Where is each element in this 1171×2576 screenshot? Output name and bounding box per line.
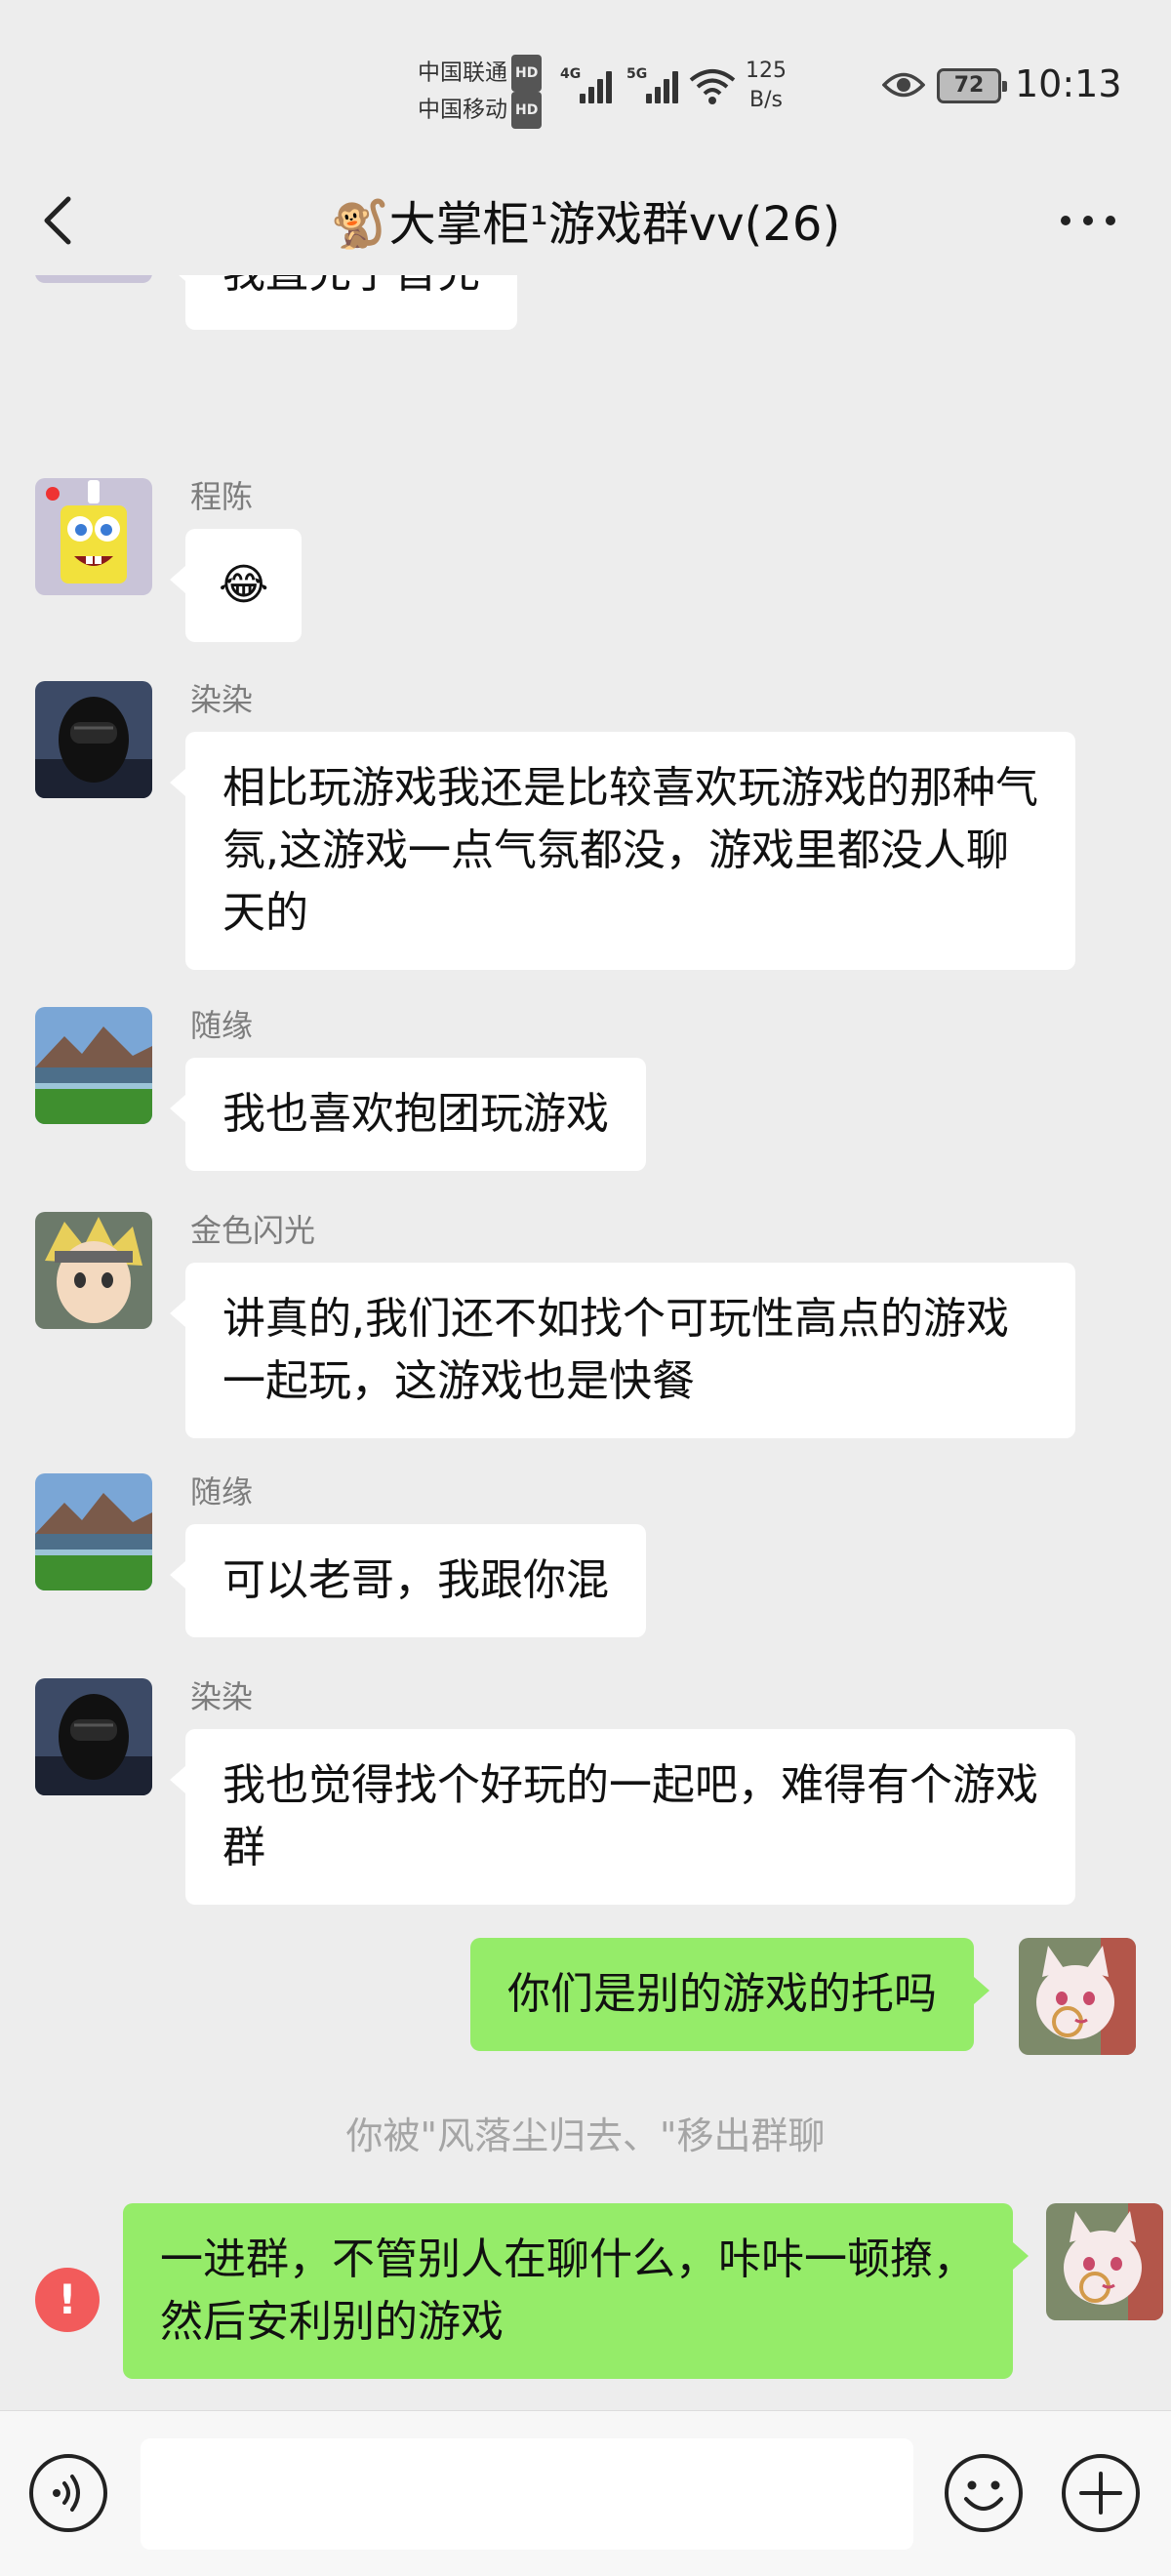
carrier-2: 中国移动: [418, 97, 507, 123]
network-type-label: 5G: [626, 66, 648, 82]
plus-icon[interactable]: [1060, 2452, 1142, 2534]
sender-name: 染染: [190, 681, 254, 718]
emoji-message-bubble[interactable]: 😂: [169, 529, 303, 642]
sender-name: 程陈: [190, 478, 254, 515]
clock: 10:13: [1015, 62, 1122, 105]
fox-avatar[interactable]: [1046, 2203, 1163, 2320]
message-bubble[interactable]: 我也喜欢抱团玩游戏: [170, 1058, 646, 1171]
hd-badge: HD: [511, 55, 543, 92]
speed-value: 125: [746, 59, 787, 83]
anime-avatar[interactable]: [35, 1212, 152, 1329]
outgoing-message-bubble[interactable]: 你们是别的游戏的托吗: [470, 1938, 989, 2051]
more-dots-icon[interactable]: [1054, 193, 1122, 248]
landscape-avatar[interactable]: [35, 1473, 152, 1590]
send-failed-icon[interactable]: !: [35, 2268, 100, 2332]
carrier-1: 中国联通: [418, 60, 507, 86]
helmet-avatar[interactable]: [35, 681, 152, 798]
carrier-info: 中国联通 HD 中国移动 HD: [418, 55, 543, 129]
hd-badge: HD: [511, 92, 543, 129]
spongebob-avatar[interactable]: [35, 478, 152, 595]
landscape-avatar[interactable]: [35, 1007, 152, 1124]
emoji-icon[interactable]: [943, 2452, 1025, 2534]
battery-icon: 72: [937, 68, 1007, 103]
sender-name: 金色闪光: [190, 1212, 316, 1249]
sender-name: 随缘: [190, 1007, 254, 1044]
message-bubble[interactable]: 我也觉得找个好玩的一起吧，难得有个游戏群: [170, 1729, 1075, 1905]
chat-title: 🐒大掌柜¹游戏群vv(26): [330, 197, 841, 252]
network-speed: 125 B/s: [746, 57, 787, 115]
chat-header: 🐒大掌柜¹游戏群vv(26): [0, 166, 1171, 275]
status-bar: 中国联通 HD 中国移动 HD 4G 5G 125 B/s 72 10:13: [0, 0, 1171, 166]
sender-name: 随缘: [190, 1473, 254, 1510]
message-bubble[interactable]: 讲真的,我们还不如找个可玩性高点的游戏一起玩，这游戏也是快餐: [170, 1263, 1075, 1438]
message-input[interactable]: [141, 2438, 913, 2550]
spongebob-avatar[interactable]: [35, 275, 152, 283]
voice-icon[interactable]: [27, 2452, 109, 2534]
message-list[interactable]: 程陈 我直充了首充 程陈 😂 染染 相比玩游戏我还是比较喜欢玩游戏的那种气氛,这…: [0, 275, 1171, 2410]
fox-avatar[interactable]: [1019, 1938, 1136, 2055]
message-bubble[interactable]: 可以老哥，我跟你混: [170, 1524, 646, 1637]
system-notice: 你被"风落尘归去、"移出群聊: [345, 2114, 826, 2157]
speed-unit: B/s: [749, 88, 783, 112]
helmet-avatar[interactable]: [35, 1678, 152, 1795]
message-bubble[interactable]: 我直充了首充: [170, 275, 517, 330]
network-type-label: 4G: [560, 66, 582, 82]
eye-comfort-icon: [882, 72, 925, 98]
input-bar: [0, 2410, 1171, 2576]
back-arrow-icon[interactable]: [35, 191, 84, 250]
wifi-icon: [689, 69, 736, 104]
outgoing-message-bubble[interactable]: 一进群，不管别人在聊什么，咔咔一顿撩，然后安利别的游戏: [123, 2203, 1029, 2379]
sender-name: 染染: [190, 1678, 254, 1715]
message-bubble[interactable]: 相比玩游戏我还是比较喜欢玩游戏的那种气氛,这游戏一点气氛都没，游戏里都没人聊天的: [170, 732, 1075, 970]
